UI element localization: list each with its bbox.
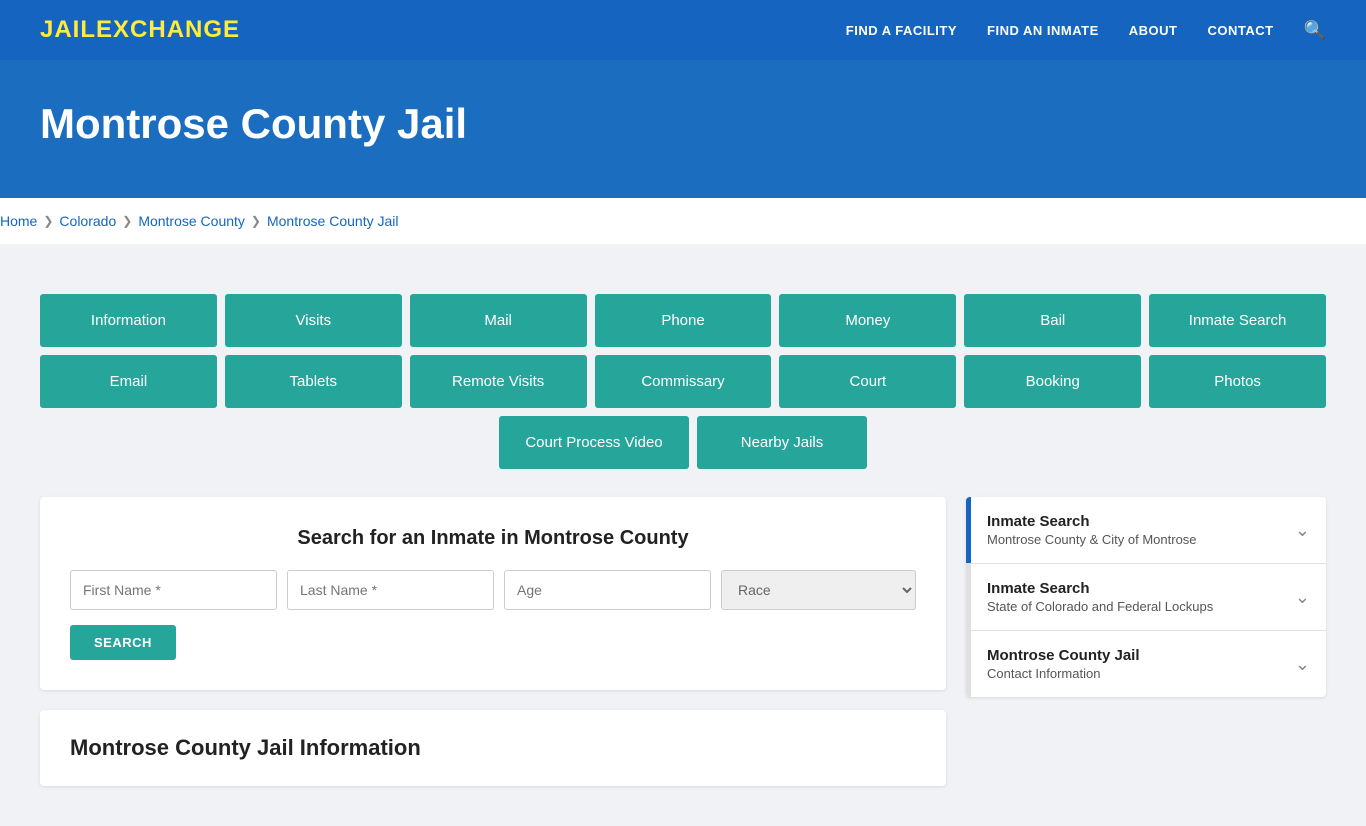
search-box: Search for an Inmate in Montrose County … xyxy=(40,497,946,690)
sidebar-title-2: Inmate Search xyxy=(987,580,1263,597)
breadcrumb-sep-1: ❯ xyxy=(43,214,53,228)
search-button[interactable]: SEARCH xyxy=(70,625,176,660)
nav-find-inmate[interactable]: FIND AN INMATE xyxy=(987,23,1099,38)
left-panel: Search for an Inmate in Montrose County … xyxy=(40,497,946,786)
page-title: Montrose County Jail xyxy=(40,100,1326,148)
btn-photos[interactable]: Photos xyxy=(1149,355,1326,408)
btn-phone[interactable]: Phone xyxy=(595,294,772,347)
btn-information[interactable]: Information xyxy=(40,294,217,347)
first-name-input[interactable] xyxy=(70,570,277,610)
btn-email[interactable]: Email xyxy=(40,355,217,408)
breadcrumb-home[interactable]: Home xyxy=(0,213,37,229)
search-icon[interactable]: 🔍 xyxy=(1304,20,1326,41)
logo-jail: JAIL xyxy=(40,16,96,43)
btn-tablets[interactable]: Tablets xyxy=(225,355,402,408)
breadcrumb-montrose-county[interactable]: Montrose County xyxy=(138,213,245,229)
sidebar-title-1: Inmate Search xyxy=(987,513,1263,530)
sidebar-content-2: Inmate Search State of Colorado and Fede… xyxy=(971,564,1279,630)
hero-section: Montrose County Jail xyxy=(0,60,1366,198)
sidebar-subtitle-2: State of Colorado and Federal Lockups xyxy=(987,599,1263,614)
btn-visits[interactable]: Visits xyxy=(225,294,402,347)
race-select[interactable]: Race White Black Hispanic Asian Other xyxy=(721,570,916,610)
sidebar-subtitle-3: Contact Information xyxy=(987,666,1263,681)
btn-bail[interactable]: Bail xyxy=(964,294,1141,347)
info-section: Montrose County Jail Information xyxy=(40,710,946,786)
search-fields: Race White Black Hispanic Asian Other xyxy=(70,570,916,610)
breadcrumb-current: Montrose County Jail xyxy=(267,213,399,229)
sidebar-title-3: Montrose County Jail xyxy=(987,647,1263,664)
btn-mail[interactable]: Mail xyxy=(410,294,587,347)
btn-nearby-jails[interactable]: Nearby Jails xyxy=(697,416,867,469)
logo[interactable]: JAILEXCHANGE xyxy=(40,16,240,44)
sidebar-chevron-2[interactable]: ⌄ xyxy=(1279,564,1326,630)
breadcrumb-sep-2: ❯ xyxy=(122,214,132,228)
sidebar-chevron-1[interactable]: ⌄ xyxy=(1279,497,1326,563)
main-nav: FIND A FACILITY FIND AN INMATE ABOUT CON… xyxy=(846,20,1326,41)
sidebar-subtitle-1: Montrose County & City of Montrose xyxy=(987,532,1263,547)
nav-contact[interactable]: CONTACT xyxy=(1207,23,1273,38)
main-layout: Search for an Inmate in Montrose County … xyxy=(40,497,1326,786)
content-area: Information Visits Mail Phone Money Bail… xyxy=(0,244,1366,826)
btn-inmate-search[interactable]: Inmate Search xyxy=(1149,294,1326,347)
sidebar-item-1[interactable]: Inmate Search Montrose County & City of … xyxy=(966,497,1326,564)
right-panel: Inmate Search Montrose County & City of … xyxy=(966,497,1326,697)
sidebar-item-3[interactable]: Montrose County Jail Contact Information… xyxy=(966,631,1326,697)
sidebar-content-1: Inmate Search Montrose County & City of … xyxy=(971,497,1279,563)
nav-find-facility[interactable]: FIND A FACILITY xyxy=(846,23,957,38)
breadcrumb-sep-3: ❯ xyxy=(251,214,261,228)
breadcrumb: Home ❯ Colorado ❯ Montrose County ❯ Mont… xyxy=(0,198,1366,244)
sidebar-content-3: Montrose County Jail Contact Information xyxy=(971,631,1279,697)
btn-commissary[interactable]: Commissary xyxy=(595,355,772,408)
breadcrumb-colorado[interactable]: Colorado xyxy=(59,213,116,229)
nav-buttons-section: Information Visits Mail Phone Money Bail… xyxy=(40,264,1326,497)
btn-booking[interactable]: Booking xyxy=(964,355,1141,408)
sidebar-chevron-3[interactable]: ⌄ xyxy=(1279,631,1326,697)
nav-buttons-row2: Email Tablets Remote Visits Commissary C… xyxy=(40,355,1326,408)
btn-remote-visits[interactable]: Remote Visits xyxy=(410,355,587,408)
search-title: Search for an Inmate in Montrose County xyxy=(70,527,916,550)
nav-buttons-row1: Information Visits Mail Phone Money Bail… xyxy=(40,294,1326,347)
sidebar-item-2[interactable]: Inmate Search State of Colorado and Fede… xyxy=(966,564,1326,631)
logo-exchange: EXCHANGE xyxy=(96,16,240,43)
sidebar-card: Inmate Search Montrose County & City of … xyxy=(966,497,1326,697)
btn-court-process-video[interactable]: Court Process Video xyxy=(499,416,689,469)
header: JAILEXCHANGE FIND A FACILITY FIND AN INM… xyxy=(0,0,1366,60)
last-name-input[interactable] xyxy=(287,570,494,610)
age-input[interactable] xyxy=(504,570,711,610)
info-title: Montrose County Jail Information xyxy=(70,735,916,761)
btn-money[interactable]: Money xyxy=(779,294,956,347)
nav-buttons-row3: Court Process Video Nearby Jails xyxy=(40,416,1326,469)
nav-about[interactable]: ABOUT xyxy=(1129,23,1178,38)
btn-court[interactable]: Court xyxy=(779,355,956,408)
